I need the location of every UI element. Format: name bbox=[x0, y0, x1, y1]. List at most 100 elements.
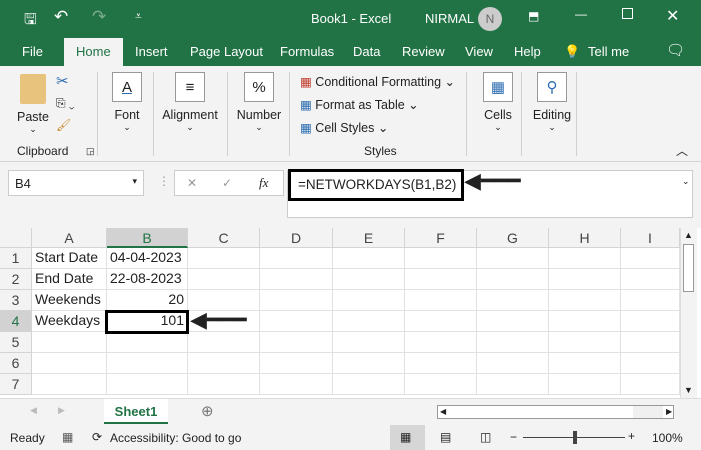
cell[interactable] bbox=[549, 332, 621, 353]
accessibility-status[interactable]: Accessibility: Good to go bbox=[110, 431, 241, 445]
cell[interactable] bbox=[405, 311, 477, 332]
cell[interactable] bbox=[405, 269, 477, 290]
cell-label[interactable]: Weekdays bbox=[32, 311, 107, 332]
cell[interactable] bbox=[621, 269, 680, 290]
cell[interactable] bbox=[549, 374, 621, 395]
cell[interactable] bbox=[260, 269, 333, 290]
column-header-C[interactable]: C bbox=[188, 228, 260, 248]
name-box[interactable]: B4 ▾ bbox=[8, 170, 144, 196]
cell[interactable] bbox=[260, 248, 333, 269]
cell[interactable] bbox=[260, 374, 333, 395]
column-header-F[interactable]: F bbox=[405, 228, 477, 248]
enter-icon[interactable]: ✓ bbox=[222, 176, 232, 190]
conditional-formatting-button[interactable]: ▦ Conditional Formatting ⌄ bbox=[300, 74, 455, 89]
avatar[interactable]: N bbox=[478, 7, 502, 31]
cell[interactable] bbox=[260, 290, 333, 311]
cell-label[interactable] bbox=[32, 374, 107, 395]
cell[interactable] bbox=[260, 332, 333, 353]
cell[interactable] bbox=[188, 374, 260, 395]
cell[interactable] bbox=[188, 248, 260, 269]
add-sheet-icon[interactable]: ⊕ bbox=[201, 402, 214, 420]
cell[interactable] bbox=[333, 353, 405, 374]
row-header[interactable]: 5 bbox=[0, 332, 32, 353]
cell[interactable] bbox=[188, 269, 260, 290]
format-as-table-button[interactable]: ▦ Format as Table ⌄ bbox=[300, 97, 419, 112]
expand-formula-icon[interactable]: ⌄ bbox=[682, 176, 690, 187]
column-header-D[interactable]: D bbox=[260, 228, 333, 248]
ribbon-display-icon[interactable]: ⬒ bbox=[528, 9, 539, 23]
row-header[interactable]: 6 bbox=[0, 353, 32, 374]
cell[interactable] bbox=[621, 248, 680, 269]
tab-insert[interactable]: Insert bbox=[135, 44, 168, 59]
format-painter-icon[interactable]: 🖌 bbox=[56, 118, 71, 132]
tab-home[interactable]: Home bbox=[64, 38, 123, 66]
alignment-button[interactable]: ≡ Alignment ⌄ bbox=[158, 72, 222, 133]
select-all[interactable] bbox=[0, 228, 32, 248]
cell[interactable] bbox=[333, 374, 405, 395]
cell-value[interactable]: 22-08-2023 bbox=[107, 269, 188, 290]
cell[interactable] bbox=[621, 290, 680, 311]
column-header-I[interactable]: I bbox=[621, 228, 680, 248]
cell[interactable] bbox=[333, 290, 405, 311]
cell-styles-button[interactable]: ▦ Cell Styles ⌄ bbox=[300, 120, 388, 135]
copy-icon[interactable]: ⎘ ⌄ bbox=[56, 96, 75, 111]
cell[interactable] bbox=[477, 332, 549, 353]
page-break-view-icon[interactable]: ◫ bbox=[480, 430, 491, 444]
insert-function-button[interactable]: fx bbox=[259, 175, 268, 191]
scroll-up-icon[interactable]: ▲ bbox=[684, 230, 693, 240]
row-header[interactable]: 1 bbox=[0, 248, 32, 269]
cell[interactable] bbox=[333, 248, 405, 269]
cell[interactable] bbox=[188, 332, 260, 353]
cell-label[interactable] bbox=[32, 332, 107, 353]
cell[interactable] bbox=[405, 374, 477, 395]
cell[interactable] bbox=[405, 248, 477, 269]
cells-button[interactable]: ▦ Cells ⌄ bbox=[478, 72, 518, 133]
cell-label[interactable] bbox=[32, 353, 107, 374]
page-layout-view-icon[interactable]: ▤ bbox=[440, 430, 451, 444]
undo-icon[interactable]: ↶ bbox=[54, 7, 68, 27]
minimize-icon[interactable]: — bbox=[575, 7, 587, 21]
normal-view-icon[interactable]: ▦ bbox=[400, 430, 411, 444]
tab-help[interactable]: Help bbox=[514, 44, 541, 59]
dialog-launcher-icon[interactable]: ◲ bbox=[86, 146, 95, 157]
cell-value[interactable] bbox=[107, 332, 188, 353]
maximize-icon[interactable] bbox=[622, 8, 633, 19]
sheet-tab-sheet1[interactable]: Sheet1 bbox=[104, 399, 168, 424]
cell[interactable] bbox=[549, 248, 621, 269]
column-header-E[interactable]: E bbox=[333, 228, 405, 248]
tab-review[interactable]: Review bbox=[402, 44, 445, 59]
cell[interactable] bbox=[477, 290, 549, 311]
cell[interactable] bbox=[260, 353, 333, 374]
paste-button[interactable]: Paste ⌄ bbox=[16, 74, 50, 135]
close-icon[interactable]: ✕ bbox=[666, 6, 679, 26]
editing-button[interactable]: ⚲ Editing ⌄ bbox=[530, 72, 574, 133]
cell[interactable] bbox=[549, 311, 621, 332]
cell-label[interactable]: Start Date bbox=[32, 248, 107, 269]
column-header-H[interactable]: H bbox=[549, 228, 621, 248]
customize-toolbar-icon[interactable]: ⩡ bbox=[135, 9, 142, 24]
zoom-level[interactable]: 100% bbox=[652, 431, 683, 445]
cell[interactable] bbox=[405, 353, 477, 374]
row-header[interactable]: 4 bbox=[0, 311, 32, 332]
scroll-left-icon[interactable]: ◀ bbox=[440, 407, 446, 416]
cell[interactable] bbox=[621, 332, 680, 353]
column-header-G[interactable]: G bbox=[477, 228, 549, 248]
tab-page-layout[interactable]: Page Layout bbox=[190, 44, 263, 59]
collapse-ribbon-icon[interactable]: ︿ bbox=[676, 142, 688, 159]
tell-me-search[interactable]: Tell me bbox=[588, 44, 629, 59]
row-header[interactable]: 7 bbox=[0, 374, 32, 395]
cell[interactable] bbox=[621, 374, 680, 395]
save-icon[interactable]: 🖫 bbox=[24, 9, 37, 34]
cancel-icon[interactable]: ✕ bbox=[187, 176, 197, 190]
cell[interactable] bbox=[333, 311, 405, 332]
cell[interactable] bbox=[549, 269, 621, 290]
cell[interactable] bbox=[405, 290, 477, 311]
zoom-slider-thumb[interactable] bbox=[573, 431, 577, 444]
cell-value[interactable] bbox=[107, 374, 188, 395]
zoom-in-icon[interactable]: + bbox=[628, 429, 635, 443]
cell-value[interactable] bbox=[107, 353, 188, 374]
cell-value[interactable]: 04-04-2023 bbox=[107, 248, 188, 269]
cut-icon[interactable]: ✂ bbox=[56, 72, 69, 90]
cell[interactable] bbox=[477, 374, 549, 395]
macro-icon[interactable]: ▦ bbox=[62, 430, 73, 444]
